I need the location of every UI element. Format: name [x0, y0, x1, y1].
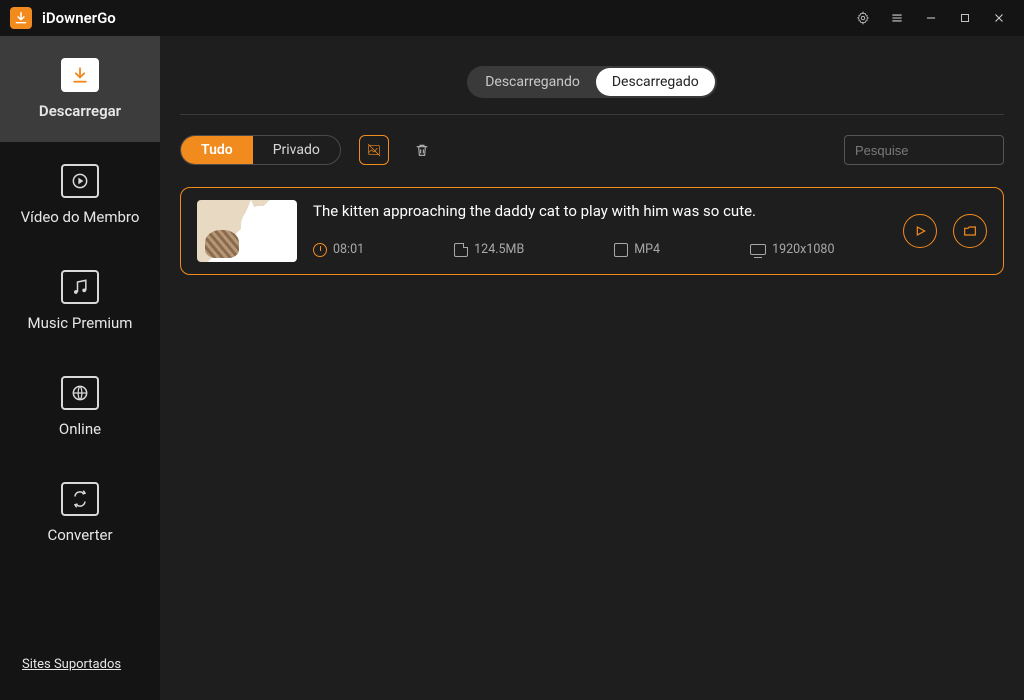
minimize-icon	[924, 11, 938, 25]
settings-button[interactable]	[846, 1, 880, 35]
sidebar-item-label: Vídeo do Membro	[21, 208, 140, 226]
sidebar-item-converter[interactable]: Converter	[0, 460, 160, 566]
hamburger-icon	[890, 11, 904, 25]
gear-icon	[856, 11, 870, 25]
download-arrow-icon	[14, 11, 28, 25]
titlebar: iDownerGo	[0, 0, 1024, 36]
app-name: iDownerGo	[42, 9, 116, 27]
convert-icon	[61, 482, 99, 516]
sidebar-item-label: Descarregar	[39, 102, 121, 120]
play-icon	[912, 223, 928, 239]
filter-private[interactable]: Privado	[253, 136, 340, 164]
sidebar-item-online[interactable]: Online	[0, 354, 160, 460]
search-input[interactable]	[844, 135, 1004, 165]
music-icon	[61, 270, 99, 304]
folder-icon	[962, 223, 978, 239]
meta-duration: 08:01	[333, 242, 364, 257]
app-logo	[10, 7, 32, 29]
play-icon	[61, 164, 99, 198]
disk-icon	[454, 243, 468, 257]
maximize-icon	[958, 11, 972, 25]
file-icon	[614, 243, 628, 257]
filter-all[interactable]: Tudo	[181, 136, 253, 164]
sidebar-item-download[interactable]: Descarregar	[0, 36, 160, 142]
tab-downloaded[interactable]: Descarregado	[596, 68, 715, 96]
monitor-icon	[750, 244, 766, 255]
delete-button[interactable]	[407, 135, 437, 165]
close-button[interactable]	[982, 1, 1016, 35]
main-panel: Descarregando Descarregado Tudo Privado	[160, 36, 1024, 700]
download-meta: 08:01 124.5MB MP4 1920x1080	[313, 242, 887, 257]
toolbar: Tudo Privado	[180, 135, 1004, 165]
download-state-switch: Descarregando Descarregado	[467, 66, 717, 98]
download-icon	[61, 58, 99, 92]
no-preview-button[interactable]	[359, 135, 389, 165]
play-button[interactable]	[903, 214, 937, 248]
supported-sites-link[interactable]: Sites Suportados	[0, 657, 160, 700]
sidebar: Descarregar Vídeo do Membro Music Premiu…	[0, 36, 160, 700]
meta-size: 124.5MB	[474, 242, 524, 257]
meta-resolution: 1920x1080	[772, 242, 834, 257]
image-slash-icon	[366, 142, 382, 158]
tab-downloading[interactable]: Descarregando	[469, 68, 596, 96]
sidebar-item-label: Music Premium	[28, 314, 133, 332]
download-item[interactable]: The kitten approaching the daddy cat to …	[180, 187, 1004, 275]
sidebar-item-member-video[interactable]: Vídeo do Membro	[0, 142, 160, 248]
close-icon	[992, 11, 1006, 25]
maximize-button[interactable]	[948, 1, 982, 35]
divider	[180, 114, 1004, 115]
sidebar-item-label: Converter	[47, 526, 112, 544]
video-thumbnail	[197, 200, 297, 262]
meta-format: MP4	[634, 242, 660, 257]
filter-pill: Tudo Privado	[180, 135, 341, 165]
open-folder-button[interactable]	[953, 214, 987, 248]
clock-icon	[313, 243, 327, 257]
trash-icon	[414, 142, 430, 158]
sidebar-item-label: Online	[59, 420, 101, 438]
menu-button[interactable]	[880, 1, 914, 35]
minimize-button[interactable]	[914, 1, 948, 35]
download-title: The kitten approaching the daddy cat to …	[313, 202, 887, 220]
sidebar-item-music[interactable]: Music Premium	[0, 248, 160, 354]
globe-icon	[61, 376, 99, 410]
